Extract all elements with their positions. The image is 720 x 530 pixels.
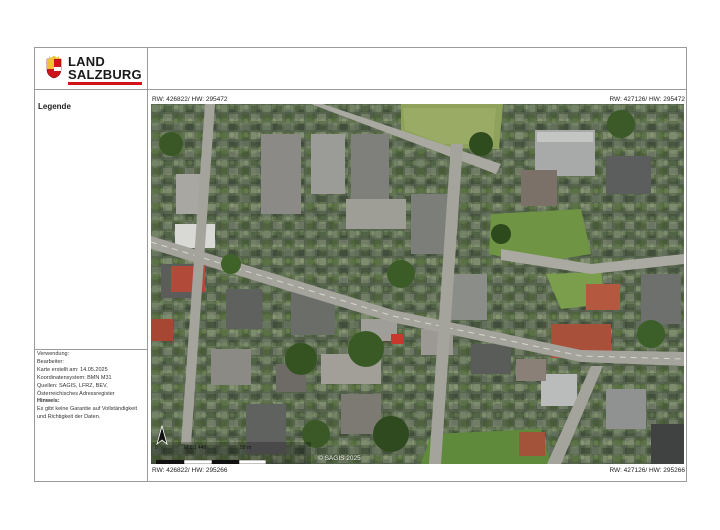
scale-end-label: 50 m bbox=[240, 445, 252, 451]
coord-top-left: RW: 426822/ HW: 295472 bbox=[152, 96, 228, 103]
logo-accent-bar bbox=[68, 82, 142, 85]
meta-created: Karte erstellt am: 14.05.2025 bbox=[37, 366, 108, 373]
meta-note-2: und Richtigkeit der Daten. bbox=[37, 414, 101, 421]
meta-usage: Verwendung: bbox=[37, 351, 70, 357]
divider-legend-top bbox=[34, 89, 147, 90]
coord-bottom-left: RW: 426822/ HW: 295266 bbox=[152, 467, 228, 474]
logo-text-line2: SALZBURG bbox=[68, 67, 142, 82]
aerial-imagery bbox=[151, 104, 684, 464]
meta-editor: Bearbeiter: bbox=[37, 358, 64, 365]
coat-of-arms-icon bbox=[46, 55, 62, 79]
meta-note-1: Es gibt keine Garantie auf Vollständigke… bbox=[37, 406, 137, 413]
map-copyright: © SAGIS 2025 bbox=[318, 455, 361, 462]
legend-title: Legende bbox=[38, 102, 71, 111]
scale-bar: 0 M 1:1 440 50 m bbox=[155, 445, 267, 465]
coord-top-right: RW: 427126/ HW: 295472 bbox=[609, 96, 685, 103]
scale-ratio-label: M 1:1 440 bbox=[184, 445, 207, 451]
aerial-map[interactable] bbox=[151, 104, 684, 464]
meta-note-label: Hinweis: bbox=[37, 398, 60, 405]
map-metadata: Verwendung: Bearbeiter: Karte erstellt a… bbox=[37, 351, 145, 422]
land-salzburg-logo: LAND SALZBURG bbox=[44, 53, 144, 87]
divider-meta-top bbox=[34, 349, 147, 350]
divider-header bbox=[147, 89, 687, 90]
divider-vertical bbox=[147, 47, 148, 482]
scale-zero-label: 0 bbox=[155, 445, 158, 451]
coord-bottom-right: RW: 427126/ HW: 295266 bbox=[609, 467, 685, 474]
meta-sources-1: Quellen: SAGIS, LFRZ, BEV, bbox=[37, 382, 108, 389]
scale-bar-graphic bbox=[156, 451, 267, 465]
meta-sources-2: Österreichisches Adressregister bbox=[37, 390, 115, 397]
meta-crs: Koordinatensystem: BMN M31 bbox=[37, 374, 112, 381]
